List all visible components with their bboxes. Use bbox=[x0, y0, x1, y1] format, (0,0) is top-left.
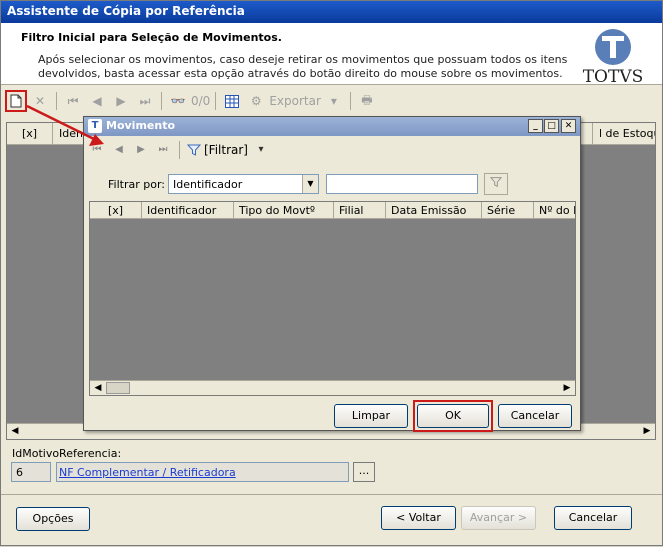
apply-filter-button[interactable] bbox=[484, 173, 508, 195]
new-icon[interactable] bbox=[5, 90, 27, 112]
dialog-title-text: Movimento bbox=[106, 119, 176, 132]
next-icon[interactable]: ▶ bbox=[132, 141, 150, 159]
wizard-window: Assistente de Cópia por Referência Filtr… bbox=[0, 0, 663, 546]
toolbar-separator bbox=[215, 92, 217, 110]
header-title: Filtro Inicial para Seleção de Movimento… bbox=[21, 31, 282, 44]
cancelar-button[interactable]: Cancelar bbox=[498, 404, 572, 428]
main-toolbar: ✕ ⏮ ◀ ▶ ⏭ 👓 0/0 ⚙ Exportar ▾ 🖶 bbox=[3, 89, 660, 113]
scroll-left-icon[interactable]: ◀ bbox=[7, 424, 23, 439]
header-description: Após selecionar os movimentos, caso dese… bbox=[38, 53, 568, 80]
filter-button-label: [Filtrar] bbox=[204, 143, 248, 157]
next-icon[interactable]: ▶ bbox=[110, 90, 132, 112]
motivo-id-field[interactable]: 6 bbox=[11, 462, 51, 482]
back-button[interactable]: < Voltar bbox=[381, 506, 456, 530]
dropdown-arrow-icon[interactable]: ▾ bbox=[323, 90, 345, 112]
cancel-button[interactable]: Cancelar bbox=[554, 506, 632, 530]
column-header[interactable]: Nº do M bbox=[534, 202, 575, 218]
filter-text-input[interactable] bbox=[326, 174, 478, 194]
dialog-toolbar: ⏮ ◀ ▶ ⏭ [Filtrar] ▾ bbox=[88, 139, 270, 161]
export-button[interactable]: Exportar bbox=[269, 94, 321, 108]
funnel-icon bbox=[187, 144, 201, 156]
totvs-logo: TOTVS bbox=[574, 27, 652, 87]
filter-button[interactable]: [Filtrar] bbox=[187, 143, 248, 157]
chevron-down-icon[interactable]: ▼ bbox=[302, 175, 318, 193]
column-header[interactable]: [x] bbox=[90, 202, 142, 218]
minimize-icon[interactable]: _ bbox=[528, 119, 543, 133]
scroll-left-icon[interactable]: ◀ bbox=[90, 381, 106, 395]
totvs-logo-mark bbox=[595, 29, 631, 65]
logo-text: TOTVS bbox=[582, 67, 644, 87]
funnel-icon bbox=[489, 177, 503, 187]
first-icon[interactable]: ⏮ bbox=[62, 90, 84, 112]
scroll-right-icon[interactable]: ▶ bbox=[639, 424, 655, 439]
filter-field-value: Identificador bbox=[173, 178, 243, 191]
window-title: Assistente de Cópia por Referência bbox=[1, 1, 662, 23]
totvs-app-icon: T bbox=[88, 119, 102, 133]
scrollbar-thumb[interactable] bbox=[106, 382, 130, 394]
grid-icon[interactable] bbox=[221, 90, 243, 112]
dropdown-arrow-icon[interactable]: ▾ bbox=[252, 141, 270, 159]
maximize-icon[interactable]: □ bbox=[544, 119, 559, 133]
ok-button[interactable]: OK bbox=[417, 404, 489, 428]
motivo-label: IdMotivoReferencia: bbox=[12, 447, 122, 460]
filter-field-select[interactable]: Identificador ▼ bbox=[168, 174, 319, 194]
column-header[interactable]: Série bbox=[482, 202, 534, 218]
record-counter: 0/0 bbox=[191, 94, 211, 108]
last-icon[interactable]: ⏭ bbox=[154, 141, 172, 159]
toolbar-separator bbox=[349, 92, 351, 110]
dialog-title: T Movimento bbox=[84, 117, 580, 136]
column-header[interactable]: l de Estoque bbox=[593, 123, 655, 144]
column-header[interactable]: Identificador bbox=[142, 202, 234, 218]
column-header[interactable]: Filial bbox=[334, 202, 386, 218]
close-icon[interactable]: ✕ bbox=[561, 119, 576, 133]
scroll-right-icon[interactable]: ▶ bbox=[559, 381, 575, 395]
column-header[interactable]: Data Emissão bbox=[386, 202, 482, 218]
first-icon[interactable]: ⏮ bbox=[88, 141, 106, 159]
wizard-header: Filtro Inicial para Seleção de Movimento… bbox=[1, 23, 662, 87]
export-icon[interactable]: ⚙ bbox=[245, 90, 267, 112]
filter-by-label: Filtrar por: bbox=[108, 178, 165, 191]
delete-icon[interactable]: ✕ bbox=[29, 90, 51, 112]
dialog-grid-header: [x] Identificador Tipo do Movtº Filial D… bbox=[90, 202, 575, 219]
prev-icon[interactable]: ◀ bbox=[110, 141, 128, 159]
prev-icon[interactable]: ◀ bbox=[86, 90, 108, 112]
movimento-dialog: T Movimento _ □ ✕ ⏮ ◀ ▶ ⏭ [Filtrar] ▾ Fi… bbox=[83, 116, 581, 432]
dialog-movements-grid[interactable]: [x] Identificador Tipo do Movtº Filial D… bbox=[89, 201, 576, 396]
toolbar-separator bbox=[56, 92, 57, 110]
limpar-button[interactable]: Limpar bbox=[334, 404, 408, 428]
binoculars-icon[interactable]: 👓 bbox=[167, 90, 189, 112]
options-button[interactable]: Opções bbox=[16, 507, 90, 531]
next-button[interactable]: Avançar > bbox=[461, 506, 536, 530]
dialog-grid-horizontal-scrollbar[interactable]: ◀ ▶ bbox=[90, 380, 575, 395]
print-icon[interactable]: 🖶 bbox=[356, 90, 378, 112]
motivo-lookup-button[interactable]: ... bbox=[353, 462, 375, 482]
motivo-description-link[interactable]: NF Complementar / Retificadora bbox=[56, 462, 349, 482]
last-icon[interactable]: ⏭ bbox=[134, 90, 156, 112]
footer-divider bbox=[1, 494, 662, 495]
toolbar-separator bbox=[179, 141, 180, 159]
column-header[interactable]: [x] bbox=[7, 123, 53, 144]
toolbar-separator bbox=[161, 92, 162, 110]
column-header[interactable]: Tipo do Movtº bbox=[234, 202, 334, 218]
